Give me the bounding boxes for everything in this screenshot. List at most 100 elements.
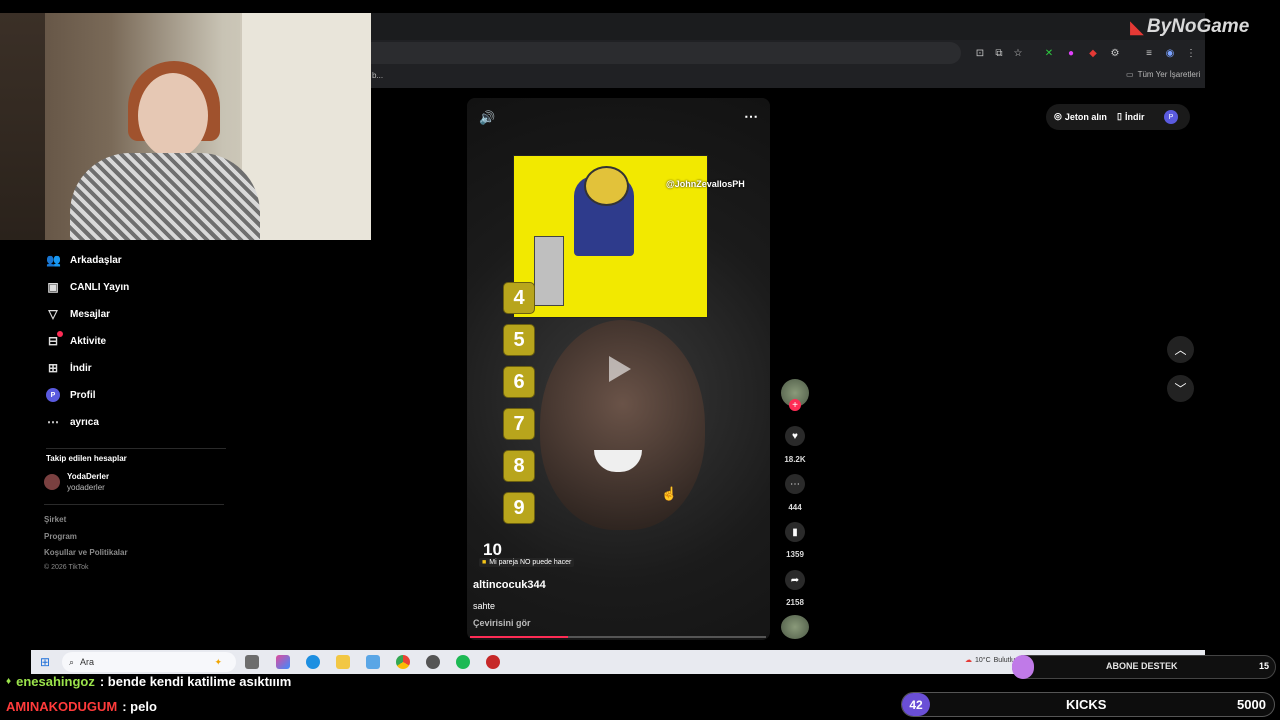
sidebar-item-messages[interactable]: ▽ Mesajlar	[46, 304, 110, 324]
followed-name: YodaDerler	[67, 472, 110, 481]
video-progress-track[interactable]	[470, 636, 766, 638]
cast-icon[interactable]: ⧉	[992, 46, 1006, 60]
sidebar-divider	[44, 504, 224, 505]
number-tile: 5	[503, 324, 535, 356]
subscriber-goal-fill	[1012, 655, 1034, 679]
music-disc[interactable]	[781, 615, 809, 639]
sidebar-item-label: Arkadaşlar	[70, 254, 122, 266]
avatar	[44, 474, 60, 490]
number-tile: 8	[503, 450, 535, 482]
app-icon[interactable]	[366, 655, 380, 669]
followed-handle: yodaderler	[67, 483, 105, 492]
kicks-label: KICKS	[1066, 697, 1107, 712]
task-view-icon[interactable]	[245, 655, 259, 669]
chat-message: AMINAKODUGUM : pelo	[6, 699, 157, 714]
like-count: 18.2K	[784, 455, 806, 464]
messages-icon: ▽	[48, 307, 58, 321]
volume-icon[interactable]: 🔊	[479, 110, 495, 126]
sidebar-item-label: Profil	[70, 389, 96, 401]
windows-start-icon[interactable]: ⊞	[40, 655, 50, 669]
number-tile: 6	[503, 366, 535, 398]
copilot-sparkle-icon: ✦	[214, 656, 222, 667]
browser-profile-icon[interactable]: ◉	[1163, 46, 1177, 60]
play-icon[interactable]	[609, 356, 631, 382]
address-bar[interactable]	[371, 42, 961, 64]
settings-icon[interactable]	[426, 655, 440, 669]
browser-menu-icon[interactable]: ⋮	[1184, 46, 1198, 60]
weather-widget[interactable]: ☁ 10°C Bulutlu	[965, 656, 1015, 665]
subscriber-goal-label: ABONE DESTEK	[1106, 661, 1178, 671]
spotify-icon[interactable]	[456, 655, 470, 669]
previous-video-button[interactable]: ︿	[1167, 336, 1194, 363]
edge-icon[interactable]	[306, 655, 320, 669]
all-bookmarks-label: Tüm Yer İşaretleri	[1137, 70, 1201, 79]
number-tile: 4	[503, 282, 535, 314]
bookmark-item[interactable]: b...	[372, 71, 383, 80]
footer-copyright: © 2026 TikTok	[44, 564, 89, 571]
video-watermark: @JohnZevallosPH	[666, 179, 745, 189]
footer-program[interactable]: Program	[44, 532, 77, 541]
sidebar-item-more[interactable]: ⋯ ayrıca	[46, 412, 99, 432]
all-bookmarks[interactable]: ▭ Tüm Yer İşaretleri	[1126, 70, 1200, 79]
sidebar-item-label: İndir	[70, 362, 92, 374]
sidebar-item-friends[interactable]: 👥 Arkadaşlar	[46, 250, 122, 270]
chrome-icon[interactable]	[396, 655, 410, 669]
extension-red-icon[interactable]: ◆	[1086, 46, 1100, 60]
comment-icon[interactable]: ⋯	[785, 474, 805, 494]
chat-badge-icon: ♦	[6, 676, 12, 687]
download-app-label: İndir	[1124, 111, 1145, 122]
friends-icon: 👥	[46, 253, 61, 267]
obs-icon[interactable]	[486, 655, 500, 669]
bookmark-icon[interactable]: ▮	[785, 522, 805, 542]
video-more-icon[interactable]: ⋯	[744, 108, 758, 125]
effect-label: Mi pareja NO puede hacer	[489, 559, 572, 566]
following-title: Takip edilen hesaplar	[46, 454, 127, 463]
subscriber-goal-count: 15	[1259, 661, 1270, 671]
video-author[interactable]: altincocuk344	[473, 579, 546, 591]
comic-figure-top	[584, 166, 629, 206]
kicks-count: 42	[902, 693, 930, 716]
more-icon: ⋯	[47, 415, 59, 429]
kicks-goal: 5000	[1237, 697, 1266, 712]
extension-x-icon[interactable]: ✕	[1042, 46, 1056, 60]
file-explorer-icon[interactable]	[336, 655, 350, 669]
footer-terms[interactable]: Koşullar ve Politikalar	[44, 548, 128, 557]
search-placeholder: Ara	[80, 657, 95, 667]
sidebar-item-activity[interactable]: ⊟ Aktivite	[46, 331, 106, 351]
effect-tag[interactable]: ■ Mi pareja NO puede hacer	[479, 558, 575, 567]
video-caption: sahte	[473, 601, 496, 611]
phone-icon: ▯	[1117, 111, 1122, 121]
like-icon[interactable]: ♥	[785, 426, 805, 446]
extension-icon[interactable]: ●	[1064, 46, 1078, 60]
extensions-puzzle-icon[interactable]: ⚙	[1108, 46, 1122, 60]
see-translation-link[interactable]: Çevirisini gör	[473, 618, 531, 628]
header-avatar[interactable]: P	[1164, 110, 1178, 124]
chat-username: enesahingoz	[16, 674, 95, 689]
stream-logo: ◣ ByNoGame	[1130, 16, 1249, 38]
sidebar-item-profile[interactable]: P Profil	[46, 385, 96, 405]
bookmark-star-icon[interactable]: ☆	[1011, 46, 1025, 60]
video-progress-fill	[470, 636, 568, 638]
media-controls-icon[interactable]: ≡	[1142, 46, 1156, 60]
sidebar-item-download[interactable]: ⊞ İndir	[46, 358, 92, 378]
sidebar-item-label: Aktivite	[70, 335, 107, 347]
taskbar-search[interactable]: ⌕ Ara ✦	[62, 652, 236, 672]
logo-text: ByNoGame	[1146, 16, 1250, 37]
chat-message: ♦ enesahingoz : bende kendi katilime ası…	[6, 674, 291, 689]
followed-account[interactable]: YodaDerler yodaderler	[44, 471, 109, 493]
chevron-up-icon: ︿	[1174, 343, 1187, 357]
save-count: 1359	[786, 550, 804, 559]
translate-icon[interactable]: ⊡	[973, 46, 987, 60]
video-person-face	[540, 320, 705, 530]
download-app-button[interactable]: ▯ İndir	[1117, 111, 1144, 122]
bookshelf	[0, 13, 45, 240]
get-coins-button[interactable]: ◎ Jeton alın	[1054, 111, 1107, 122]
number-tile: 7	[503, 408, 535, 440]
follow-plus-icon[interactable]: +	[789, 399, 801, 411]
next-video-button[interactable]: ﹀	[1167, 375, 1194, 402]
sidebar-item-label: ayrıca	[70, 416, 99, 428]
copilot-app-icon[interactable]	[276, 655, 290, 669]
share-icon[interactable]: ➦	[785, 570, 805, 590]
footer-company[interactable]: Şirket	[44, 515, 66, 524]
sidebar-item-live[interactable]: ▣ CANLI Yayın	[46, 277, 129, 297]
